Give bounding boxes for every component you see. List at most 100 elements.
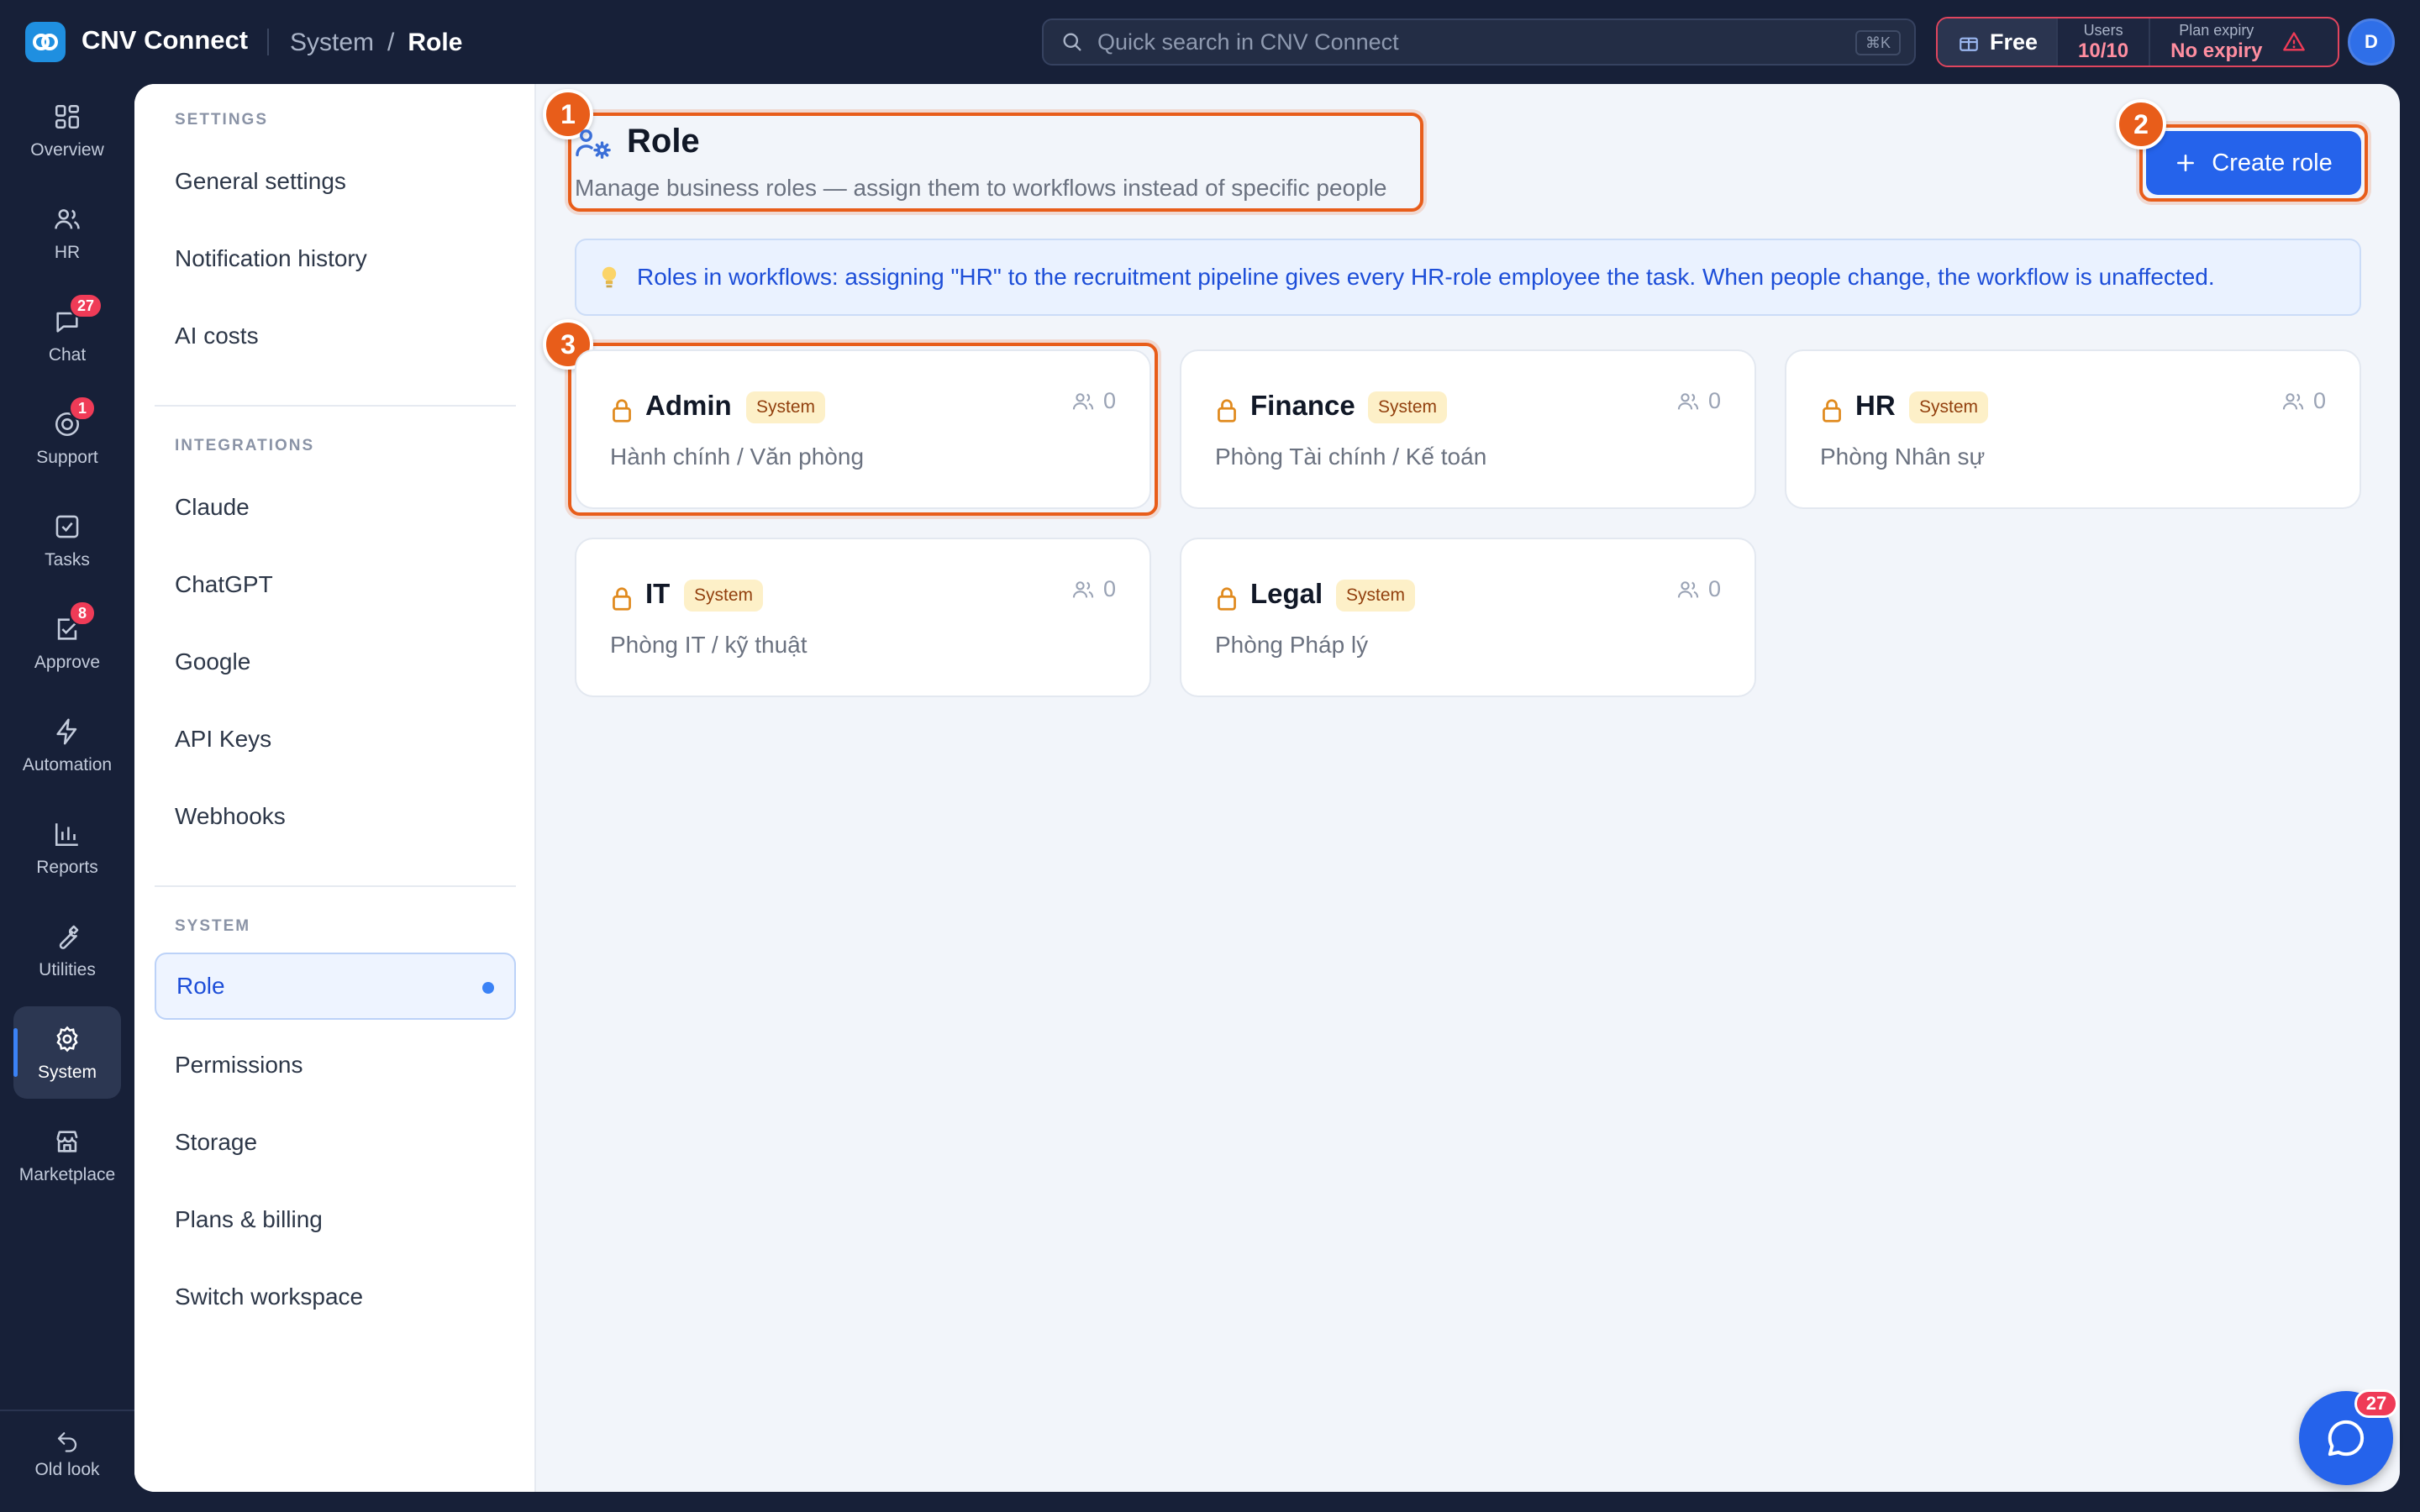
role-card-hr[interactable]: HR System 0 Phòng Nhân sự xyxy=(1785,349,2361,509)
section-title-settings: SETTINGS xyxy=(175,111,269,129)
bar-chart-icon xyxy=(50,817,84,851)
gift-icon xyxy=(1960,37,1978,51)
system-tag: System xyxy=(1368,391,1448,423)
rail-label: HR xyxy=(54,243,81,262)
approve-badge: 8 xyxy=(69,601,96,626)
rail-label: Utilities xyxy=(39,960,96,979)
lock-icon xyxy=(1218,587,1236,611)
subnav-item-switch-workspace[interactable]: Switch workspace xyxy=(155,1263,516,1331)
member-count: 0 xyxy=(1676,576,1721,602)
role-card-finance[interactable]: Finance System 0 Phòng Tài chính / Kế to… xyxy=(1180,349,1756,509)
user-avatar[interactable]: D xyxy=(2348,18,2395,66)
rail-item-tasks[interactable]: Tasks xyxy=(13,494,121,586)
plan-name: Free xyxy=(1990,29,2039,55)
rail-item-chat[interactable]: 27 Chat xyxy=(13,289,121,381)
subnav-item-storage[interactable]: Storage xyxy=(155,1109,516,1176)
subnav-item-api-keys[interactable]: API Keys xyxy=(155,706,516,773)
role-name: HR xyxy=(1855,390,1896,421)
subnav-item-general-settings[interactable]: General settings xyxy=(155,148,516,215)
rail-item-automation[interactable]: Automation xyxy=(13,699,121,791)
system-tag: System xyxy=(746,391,826,423)
rail-item-approve[interactable]: 8 Approve xyxy=(13,596,121,689)
users-icon xyxy=(1072,392,1094,409)
subnav-item-ai-costs[interactable]: AI costs xyxy=(155,302,516,370)
support-icon: 1 xyxy=(50,396,96,441)
subnav-item-plans-billing[interactable]: Plans & billing xyxy=(155,1186,516,1253)
chat-icon: 27 xyxy=(50,293,103,339)
subnav-item-google[interactable]: Google xyxy=(155,628,516,696)
subnav-item-webhooks[interactable]: Webhooks xyxy=(155,783,516,850)
member-count-value: 0 xyxy=(1707,576,1721,601)
subnav-item-role-label: Role xyxy=(176,973,225,999)
search-icon xyxy=(1063,33,1081,51)
role-card-it[interactable]: IT System 0 Phòng IT / kỹ thuật xyxy=(575,538,1151,697)
subnav-item-claude[interactable]: Claude xyxy=(155,474,516,541)
warning-icon xyxy=(2282,18,2317,66)
role-card-admin[interactable]: Admin System 0 Hành chính / Văn phòng xyxy=(575,349,1151,509)
plan-status[interactable]: Free Users 10/10 Plan expiry No expiry xyxy=(1936,17,2339,67)
rail-label: Approve xyxy=(34,653,101,672)
global-search[interactable]: ⌘K xyxy=(1042,18,1916,66)
search-input[interactable] xyxy=(1097,29,1837,55)
rail-label: Tasks xyxy=(45,550,90,570)
old-look-button[interactable]: Old look xyxy=(0,1428,134,1480)
rail-label: Automation xyxy=(22,755,113,774)
rail-item-utilities[interactable]: Utilities xyxy=(13,904,121,996)
rail-item-marketplace[interactable]: Marketplace xyxy=(13,1109,121,1201)
header-divider xyxy=(267,29,269,55)
breadcrumb: System / Role xyxy=(290,29,462,57)
rail-label: Chat xyxy=(48,345,87,365)
rail-item-reports[interactable]: Reports xyxy=(13,801,121,894)
info-text: Roles in workflows: assigning "HR" to th… xyxy=(637,264,2215,290)
subnav-item-chatgpt[interactable]: ChatGPT xyxy=(155,551,516,618)
checkbox-icon xyxy=(50,510,84,543)
lock-icon xyxy=(1218,399,1236,423)
app-name[interactable]: CNV Connect xyxy=(82,25,248,55)
role-name: Legal xyxy=(1250,578,1323,609)
plus-icon xyxy=(2177,155,2195,171)
breadcrumb-system[interactable]: System xyxy=(290,29,374,57)
bolt-icon xyxy=(50,715,84,748)
lock-icon xyxy=(1823,399,1841,423)
plan-expiry-value: No expiry xyxy=(2170,39,2263,62)
member-count-value: 0 xyxy=(1102,388,1116,413)
role-settings-icon xyxy=(576,129,611,159)
users-icon xyxy=(1677,580,1699,597)
create-role-button[interactable]: Create role xyxy=(2146,131,2361,195)
member-count: 0 xyxy=(1676,388,1721,414)
rail-label: Reports xyxy=(36,858,98,877)
users-label: Users xyxy=(2083,21,2123,39)
app-logo-icon[interactable] xyxy=(25,22,66,62)
rail-item-overview[interactable]: Overview xyxy=(13,84,121,176)
chat-bubble-icon xyxy=(2328,1420,2365,1457)
subnav-item-role[interactable]: Role xyxy=(155,953,516,1020)
left-rail: Overview HR 27 Chat 1 Support Tasks 8 Ap… xyxy=(0,84,134,1512)
chat-fab-badge: 27 xyxy=(2354,1389,2398,1418)
system-tag: System xyxy=(1336,580,1416,612)
subnav-item-notification-history[interactable]: Notification history xyxy=(155,225,516,292)
plan-free-badge[interactable]: Free xyxy=(1938,18,2057,66)
rail-item-system[interactable]: System xyxy=(13,1006,121,1099)
rail-label: System xyxy=(37,1063,97,1082)
role-card-legal[interactable]: Legal System 0 Phòng Pháp lý xyxy=(1180,538,1756,697)
users-value: 10/10 xyxy=(2078,39,2129,62)
section-title-system: SYSTEM xyxy=(175,917,251,935)
member-count: 0 xyxy=(1071,576,1116,602)
users-icon xyxy=(1677,392,1699,409)
chat-fab-button[interactable]: 27 xyxy=(2299,1389,2398,1485)
rail-item-support[interactable]: 1 Support xyxy=(13,391,121,484)
member-count-value: 0 xyxy=(2312,388,2326,413)
subnav-item-permissions[interactable]: Permissions xyxy=(155,1032,516,1099)
role-description: Hành chính / Văn phòng xyxy=(610,444,865,470)
info-banner: Roles in workflows: assigning "HR" to th… xyxy=(575,239,2361,316)
active-dot xyxy=(482,982,494,994)
approve-icon: 8 xyxy=(50,601,96,646)
member-count-value: 0 xyxy=(1102,576,1116,601)
subnav-divider xyxy=(155,405,516,407)
rail-item-hr[interactable]: HR xyxy=(13,186,121,279)
support-badge: 1 xyxy=(69,396,96,421)
member-count: 0 xyxy=(1071,388,1116,414)
role-description: Phòng Nhân sự xyxy=(1820,444,1986,470)
plan-expiry: Plan expiry No expiry xyxy=(2149,18,2282,66)
member-count: 0 xyxy=(2281,388,2326,414)
